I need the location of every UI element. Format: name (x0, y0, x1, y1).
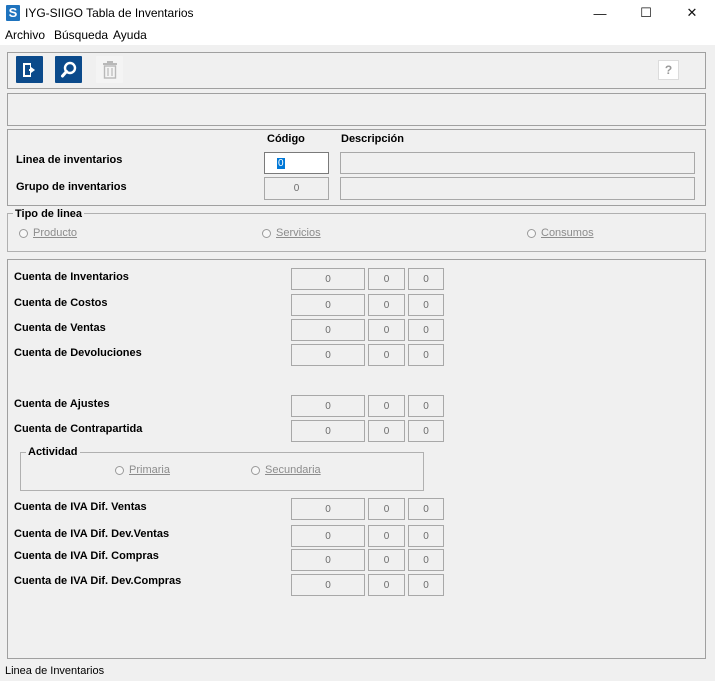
radio-consumos-label: Consumos (541, 227, 594, 239)
radio-circle (115, 465, 124, 475)
account-code-2[interactable]: 0 (368, 525, 405, 547)
radio-producto-label: Producto (33, 227, 78, 239)
actividad-group (20, 452, 424, 491)
radio-consumos[interactable]: Consumos (527, 227, 594, 239)
radio-servicios[interactable]: Servicios (262, 227, 321, 239)
menu-archivo[interactable]: Archivo (5, 28, 45, 42)
account-label: Cuenta de Costos (14, 297, 108, 309)
radio-secundaria-label: Secundaria (265, 464, 321, 476)
account-code-3[interactable]: 0 (408, 498, 444, 520)
radio-circle (527, 228, 536, 238)
account-label: Cuenta de Ajustes (14, 398, 110, 410)
radio-servicios-label: Servicios (276, 227, 321, 239)
menu-busqueda[interactable]: Búsqueda (54, 28, 108, 42)
window-title: IYG-SIIGO Tabla de Inventarios (25, 6, 194, 20)
account-code-3[interactable]: 0 (408, 574, 444, 596)
exit-icon (22, 62, 35, 77)
account-label: Cuenta de Devoluciones (14, 347, 142, 359)
radio-primaria[interactable]: Primaria (115, 464, 170, 476)
tipo-linea-title: Tipo de linea (13, 208, 85, 220)
status-bar-text: Linea de Inventarios (5, 665, 105, 677)
account-code-3[interactable]: 0 (408, 344, 444, 366)
account-code-1[interactable]: 0 (291, 574, 365, 596)
account-label: Cuenta de IVA Dif. Compras (14, 550, 159, 562)
search-button[interactable] (55, 56, 82, 83)
account-code-3[interactable]: 0 (408, 319, 444, 341)
account-code-2[interactable]: 0 (368, 574, 405, 596)
radio-secundaria[interactable]: Secundaria (251, 464, 321, 476)
search-icon (60, 61, 76, 77)
close-button[interactable]: ✕ (669, 0, 715, 26)
help-button[interactable]: ? (658, 60, 679, 80)
account-code-1[interactable]: 0 (291, 294, 365, 316)
linea-code-value: 0 (277, 157, 285, 169)
grupo-desc-input[interactable] (340, 177, 695, 200)
account-label: Cuenta de IVA Dif. Ventas (14, 501, 147, 513)
account-code-2[interactable]: 0 (368, 549, 405, 571)
menu-ayuda[interactable]: Ayuda (113, 28, 147, 42)
account-code-2[interactable]: 0 (368, 498, 405, 520)
trash-icon (102, 60, 117, 79)
linea-label: Linea de inventarios (16, 154, 123, 166)
col-code-header: Código (267, 133, 305, 145)
account-code-3[interactable]: 0 (408, 549, 444, 571)
account-code-3[interactable]: 0 (408, 268, 444, 290)
account-label: Cuenta de Contrapartida (14, 423, 143, 435)
account-label: Cuenta de IVA Dif. Dev.Compras (14, 575, 182, 587)
maximize-button[interactable]: ☐ (623, 0, 669, 26)
account-code-3[interactable]: 0 (408, 525, 444, 547)
account-code-2[interactable]: 0 (368, 319, 405, 341)
exit-button[interactable] (16, 56, 43, 83)
col-desc-header: Descripción (341, 133, 404, 145)
account-code-1[interactable]: 0 (291, 498, 365, 520)
account-label: Cuenta de IVA Dif. Dev.Ventas (14, 528, 170, 540)
account-label: Cuenta de Inventarios (14, 271, 129, 283)
account-label: Cuenta de Ventas (14, 322, 106, 334)
grupo-label: Grupo de inventarios (16, 181, 127, 193)
account-code-1[interactable]: 0 (291, 549, 365, 571)
account-code-2[interactable]: 0 (368, 344, 405, 366)
radio-circle (262, 228, 271, 238)
actividad-title: Actividad (26, 446, 80, 458)
radio-producto[interactable]: Producto (19, 227, 77, 239)
delete-button[interactable] (96, 56, 123, 83)
radio-primaria-label: Primaria (129, 464, 170, 476)
account-code-1[interactable]: 0 (291, 395, 365, 417)
account-code-2[interactable]: 0 (368, 395, 405, 417)
account-code-2[interactable]: 0 (368, 268, 405, 290)
account-code-2[interactable]: 0 (368, 420, 405, 442)
account-code-3[interactable]: 0 (408, 420, 444, 442)
account-code-1[interactable]: 0 (291, 319, 365, 341)
account-code-1[interactable]: 0 (291, 525, 365, 547)
account-code-1[interactable]: 0 (291, 344, 365, 366)
app-icon: S (6, 5, 20, 21)
linea-code-input[interactable]: 0 (264, 152, 329, 174)
account-code-3[interactable]: 0 (408, 294, 444, 316)
account-code-1[interactable]: 0 (291, 420, 365, 442)
account-code-1[interactable]: 0 (291, 268, 365, 290)
account-code-2[interactable]: 0 (368, 294, 405, 316)
grupo-code-input[interactable]: 0 (264, 177, 329, 200)
radio-circle (19, 228, 28, 238)
message-panel (7, 93, 706, 126)
linea-desc-input[interactable] (340, 152, 695, 174)
tipo-linea-group (7, 213, 706, 252)
minimize-button[interactable]: — (577, 0, 623, 26)
radio-circle (251, 465, 260, 475)
account-code-3[interactable]: 0 (408, 395, 444, 417)
